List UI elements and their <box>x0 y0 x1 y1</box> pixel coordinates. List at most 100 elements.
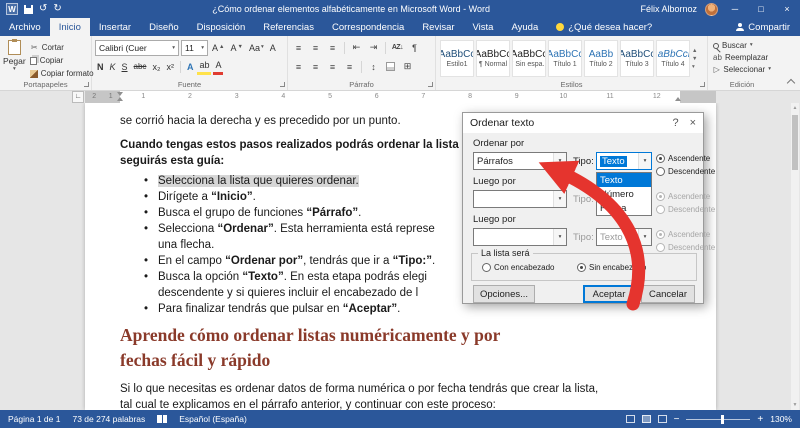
font-dialog-launcher-icon[interactable] <box>280 82 285 87</box>
text-effects-button[interactable]: A <box>185 59 196 75</box>
clear-formatting-button[interactable]: A <box>268 40 278 56</box>
dialog-title-bar[interactable]: Ordenar texto ? × <box>463 113 703 133</box>
combo-arrow-icon[interactable]: ▾ <box>553 153 566 169</box>
scroll-down-icon[interactable]: ▼ <box>791 401 799 409</box>
language-indicator[interactable]: Español (España) <box>179 414 247 424</box>
increase-indent-button[interactable]: ⇥ <box>366 40 381 56</box>
font-family-combo[interactable]: Calibri (Cuer ▾ <box>95 39 179 56</box>
tell-me-box[interactable]: ¿Qué desea hacer? <box>547 18 661 36</box>
proofing-book-icon[interactable] <box>157 415 168 423</box>
style-card-titulo-3[interactable]: AaBbCc Título 3 <box>620 40 654 77</box>
close-button[interactable]: × <box>778 4 796 14</box>
style-card-normal[interactable]: AaBbCc ¶ Normal <box>476 40 510 77</box>
paste-button[interactable]: Pegar ▾ <box>3 38 26 79</box>
cancel-button[interactable]: Cancelar <box>641 285 695 303</box>
style-card-titulo-4[interactable]: AaBbCcDTítulo 4 <box>656 40 690 77</box>
grow-font-button[interactable]: A ▲ <box>210 40 226 56</box>
superscript-button[interactable]: x² <box>164 59 176 75</box>
tab-referencias[interactable]: Referencias <box>254 18 323 36</box>
tab-archivo[interactable]: Archivo <box>0 18 50 36</box>
accept-button[interactable]: Aceptar <box>583 285 635 303</box>
horizontal-ruler[interactable]: ∟ 21 1 2 3 4 5 6 7 8 9 10 11 12 <box>0 91 800 103</box>
indent-marker-right[interactable] <box>675 96 681 101</box>
style-card-titulo-1[interactable]: AaBbCc Título 1 <box>548 40 582 77</box>
descending-radio-1[interactable]: Descendente <box>656 167 715 176</box>
sort-by-combo[interactable]: Párrafos ▾ <box>473 152 567 170</box>
print-layout-icon[interactable] <box>641 415 651 423</box>
find-button[interactable]: Buscar ▾ <box>713 41 771 50</box>
format-painter-button[interactable]: Copiar formato <box>29 68 94 79</box>
justify-button[interactable]: ≡ <box>342 59 357 75</box>
combo-arrow-icon[interactable]: ▾ <box>553 191 566 207</box>
dropdown-option-fecha[interactable]: Fecha <box>597 201 651 215</box>
underline-button[interactable]: S <box>120 59 130 75</box>
dropdown-option-texto[interactable]: Texto <box>597 173 651 187</box>
vertical-scrollbar[interactable]: ▲ ▼ <box>791 103 799 410</box>
line-spacing-button[interactable]: ↕ <box>366 59 381 75</box>
decrease-indent-button[interactable]: ⇤ <box>349 40 364 56</box>
tab-diseno[interactable]: Diseño <box>140 18 188 36</box>
style-card-titulo-2[interactable]: AaBb Título 2 <box>584 40 618 77</box>
minimize-button[interactable]: ─ <box>726 4 744 14</box>
font-color-button[interactable]: A <box>213 59 224 75</box>
shading-button[interactable] <box>383 59 398 75</box>
styles-more-icon[interactable]: ▾ <box>692 64 697 70</box>
tab-correspondencia[interactable]: Correspondencia <box>323 18 413 36</box>
then-by-combo-1[interactable]: ▾ <box>473 190 567 208</box>
shrink-font-button[interactable]: A ▼ <box>228 40 244 56</box>
align-left-button[interactable]: ≡ <box>291 59 306 75</box>
cut-button[interactable]: ✂ Cortar <box>30 42 94 53</box>
save-icon[interactable] <box>24 4 33 14</box>
sort-button[interactable]: AZ↓ <box>390 40 405 56</box>
subscript-button[interactable]: x₂ <box>150 59 162 75</box>
italic-button[interactable]: K <box>108 59 118 75</box>
with-header-radio[interactable]: Con encabezado <box>482 263 555 272</box>
user-name[interactable]: Félix Albornoz <box>640 4 697 14</box>
share-button[interactable]: Compartir <box>726 18 800 36</box>
tab-inicio[interactable]: Inicio <box>49 18 90 36</box>
scrollbar-thumb[interactable] <box>792 115 798 170</box>
borders-button[interactable]: ⊞ <box>400 59 415 75</box>
zoom-slider-thumb[interactable] <box>721 414 725 424</box>
show-paragraph-marks-button[interactable]: ¶ <box>407 40 422 56</box>
web-layout-icon[interactable] <box>657 415 667 423</box>
copy-button[interactable]: Copiar <box>29 55 94 66</box>
align-center-button[interactable]: ≡ <box>308 59 323 75</box>
styles-dialog-launcher-icon[interactable] <box>700 82 705 87</box>
word-count[interactable]: 73 de 274 palabras <box>72 414 145 424</box>
type-combo-open[interactable]: Texto ▾ <box>596 152 652 170</box>
multilevel-list-button[interactable]: ≡ <box>325 40 340 56</box>
tab-revisar[interactable]: Revisar <box>413 18 463 36</box>
tab-insertar[interactable]: Insertar <box>90 18 140 36</box>
dialog-close-icon[interactable]: × <box>690 117 696 129</box>
combo-arrow-icon[interactable]: ▾ <box>553 229 566 245</box>
zoom-slider[interactable] <box>686 414 751 424</box>
tab-selector[interactable]: ∟ <box>72 91 84 103</box>
user-avatar[interactable] <box>705 2 718 16</box>
page-count[interactable]: Página 1 de 1 <box>8 414 60 424</box>
paragraph-dialog-launcher-icon[interactable] <box>428 82 433 87</box>
dialog-help-icon[interactable]: ? <box>672 117 678 129</box>
clipboard-dialog-launcher-icon[interactable] <box>84 82 89 87</box>
scroll-up-icon[interactable]: ▲ <box>791 104 799 112</box>
combo-arrow-icon[interactable]: ▾ <box>638 153 651 169</box>
read-mode-icon[interactable] <box>625 415 635 423</box>
without-header-radio[interactable]: Sin encabezado <box>577 263 646 272</box>
undo-icon[interactable]: ↺ <box>39 4 47 14</box>
tab-vista[interactable]: Vista <box>464 18 503 36</box>
tab-ayuda[interactable]: Ayuda <box>502 18 547 36</box>
change-case-button[interactable]: Aa ▾ <box>247 40 266 56</box>
strikethrough-button[interactable]: abc <box>132 59 149 75</box>
indent-marker-left[interactable] <box>117 92 123 101</box>
redo-icon[interactable]: ↻ <box>53 4 61 14</box>
font-size-combo[interactable]: 11 ▾ <box>181 39 208 56</box>
maximize-button[interactable]: □ <box>752 4 770 14</box>
bold-button[interactable]: N <box>95 59 106 75</box>
numbered-list-button[interactable]: ≡ <box>308 40 323 56</box>
select-button[interactable]: ▷ Seleccionar ▾ <box>713 65 771 74</box>
collapse-ribbon-icon[interactable] <box>786 78 796 88</box>
styles-scroll-down-icon[interactable]: ▼ <box>692 56 697 62</box>
zoom-level[interactable]: 130% <box>770 414 792 424</box>
then-by-combo-2[interactable]: ▾ <box>473 228 567 246</box>
zoom-out-icon[interactable]: − <box>674 414 680 425</box>
